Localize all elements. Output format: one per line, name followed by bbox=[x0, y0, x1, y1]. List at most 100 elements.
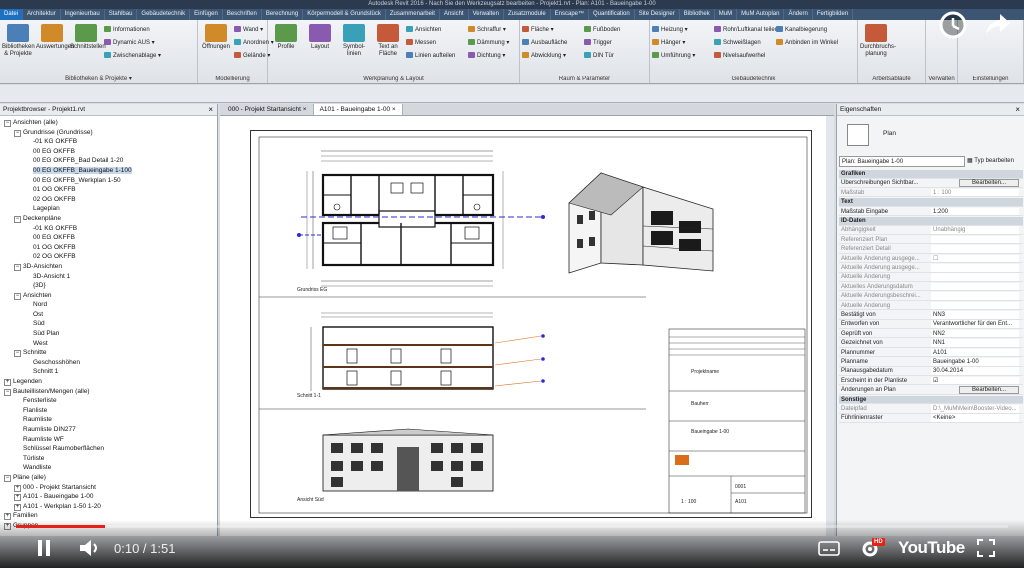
browser-tree-item[interactable]: 3D-Ansicht 1 bbox=[0, 272, 217, 282]
browser-tree-item[interactable]: Wandliste bbox=[0, 463, 217, 473]
ribbon-button[interactable]: Layout bbox=[304, 24, 336, 51]
drawing-area[interactable]: 000 - Projekt Startansicht × A101 - Baue… bbox=[220, 104, 834, 536]
browser-tree-item[interactable]: Türliste bbox=[0, 454, 217, 464]
ribbon-tab[interactable]: Architektur bbox=[23, 9, 61, 20]
ribbon-tab[interactable]: Ändern bbox=[784, 9, 813, 20]
browser-tree-item[interactable]: Raumliste DIN277 bbox=[0, 425, 217, 435]
browser-tree-item[interactable]: + Legenden bbox=[0, 377, 217, 387]
ribbon-small-button[interactable]: DIN Tür bbox=[584, 52, 614, 60]
property-value[interactable]: Verantwortlicher für den Ent... bbox=[931, 320, 1019, 329]
property-value[interactable] bbox=[931, 273, 1019, 282]
ribbon-small-button[interactable]: Dämmung ▾ bbox=[468, 39, 509, 47]
browser-tree-item[interactable]: − Schnitte bbox=[0, 348, 217, 358]
property-value[interactable] bbox=[931, 292, 1019, 300]
property-category[interactable]: Grafiken bbox=[839, 170, 1023, 179]
ribbon-tab[interactable]: Berechnung bbox=[262, 9, 304, 20]
property-value[interactable]: D:\_MuM\Mein\Booster-Video... bbox=[931, 405, 1019, 413]
browser-tree-item[interactable]: Raumliste bbox=[0, 415, 217, 425]
ribbon-small-button[interactable]: Zwischenablage ▾ bbox=[104, 52, 161, 60]
browser-tree-item[interactable]: − Bauteillisten/Mengen (alle) bbox=[0, 387, 217, 397]
property-value[interactable]: ☐ bbox=[931, 254, 1019, 263]
expand-toggle-icon[interactable]: − bbox=[14, 292, 21, 300]
browser-tree-item[interactable]: − Ansichten (alle) bbox=[0, 118, 217, 128]
property-row[interactable]: Aktuelle Änderung ausgege... ☐ bbox=[839, 254, 1023, 264]
tab-baueingabe[interactable]: A101 - Baueingabe 1-00 × bbox=[313, 104, 403, 115]
browser-tree-item[interactable]: Geschosshöhen bbox=[0, 358, 217, 368]
expand-toggle-icon[interactable]: + bbox=[4, 379, 11, 387]
ribbon-button[interactable]: Profile bbox=[270, 24, 302, 51]
ribbon-tab[interactable]: Körpermodell & Grundstück bbox=[303, 9, 386, 20]
property-value[interactable]: <Keine> bbox=[931, 414, 1019, 423]
browser-tree-item[interactable]: Süd Plan bbox=[0, 329, 217, 339]
browser-tree-item[interactable]: Raumliste WF bbox=[0, 435, 217, 445]
ribbon-tab[interactable]: Zusammenarbeit bbox=[386, 9, 440, 20]
browser-tree-item[interactable]: 01 OG OKFFB bbox=[0, 243, 217, 253]
ribbon-small-button[interactable]: Fußboden bbox=[584, 26, 620, 34]
ribbon-small-button[interactable]: Messen bbox=[406, 39, 436, 47]
expand-toggle-icon[interactable]: − bbox=[4, 388, 11, 396]
browser-tree-item[interactable]: 00 EG OKFFB_Werkplan 1-50 bbox=[0, 176, 217, 186]
tab-startansicht[interactable]: 000 - Projekt Startansicht × bbox=[222, 104, 314, 115]
browser-tree-item[interactable]: −3D-Ansichten bbox=[0, 262, 217, 272]
video-progress-bar[interactable] bbox=[16, 525, 1008, 528]
property-category[interactable]: Text bbox=[839, 198, 1023, 207]
ribbon-tab[interactable]: Site Designer bbox=[635, 9, 680, 20]
ribbon-button[interactable]: Bibliotheken & Projekte bbox=[2, 24, 35, 58]
ribbon-small-button[interactable]: Nivelsaufwerhel bbox=[714, 52, 765, 60]
youtube-logo[interactable]: YouTube bbox=[898, 538, 965, 558]
ribbon-tab[interactable]: Einfügen bbox=[190, 9, 223, 20]
browser-tree-item[interactable]: − Grundrisse (Grundrisse) bbox=[0, 128, 217, 138]
expand-toggle-icon[interactable]: − bbox=[14, 350, 21, 358]
property-row[interactable]: Referenziert Plan bbox=[839, 235, 1023, 245]
property-value[interactable] bbox=[931, 264, 1019, 272]
browser-tree-item[interactable]: 00 EG OKFFB bbox=[0, 233, 217, 243]
browser-tree-item[interactable]: − Deckenpläne bbox=[0, 214, 217, 224]
browser-tree-item[interactable]: Süd bbox=[0, 319, 217, 329]
browser-tree-item[interactable]: 00 EG OKFFB_Bad Detail 1-20 bbox=[0, 156, 217, 166]
fullscreen-button[interactable] bbox=[976, 538, 996, 558]
property-row[interactable]: Aktuelle Änderung bbox=[839, 273, 1023, 282]
ribbon-button[interactable]: Symbol-linien bbox=[338, 24, 370, 58]
browser-tree-item[interactable]: Fensterliste bbox=[0, 396, 217, 406]
property-value[interactable]: ☑ bbox=[931, 376, 1019, 385]
browser-tree-item[interactable]: 00 EG OKFFB_Baueingabe 1-100 bbox=[0, 166, 217, 176]
property-row[interactable]: Gezeichnet von NN1 bbox=[839, 339, 1023, 348]
property-row[interactable]: Bestätigt von NN3 bbox=[839, 311, 1023, 320]
ribbon-small-button[interactable]: Linien aufteilen bbox=[406, 52, 455, 60]
browser-tree-item[interactable]: − Ansichten bbox=[0, 291, 217, 301]
browser-tree-item[interactable]: Schnitt 1 bbox=[0, 367, 217, 377]
browser-tree-item[interactable]: Nord bbox=[0, 300, 217, 310]
property-value[interactable] bbox=[931, 245, 1019, 253]
ribbon-button[interactable]: Auswertungen bbox=[36, 24, 74, 51]
property-row[interactable]: Plannummer A101 bbox=[839, 348, 1023, 358]
ribbon-small-button[interactable]: Dichtung ▾ bbox=[468, 52, 505, 60]
property-category[interactable]: Sonstige bbox=[839, 395, 1023, 405]
property-category[interactable]: ID-Daten bbox=[839, 217, 1023, 226]
close-icon[interactable]: × bbox=[1015, 104, 1020, 116]
close-icon[interactable]: × bbox=[392, 106, 396, 113]
expand-toggle-icon[interactable]: − bbox=[4, 474, 11, 482]
expand-toggle-icon[interactable]: + bbox=[14, 484, 21, 492]
ribbon-small-button[interactable]: Abwicklung ▾ bbox=[522, 52, 566, 60]
ribbon-tab[interactable]: Verwalten bbox=[469, 9, 504, 20]
expand-toggle-icon[interactable]: + bbox=[14, 494, 21, 502]
instance-selector[interactable]: Plan: Baueingabe 1-00 bbox=[839, 156, 965, 167]
property-row[interactable]: Änderungen an Plan Bearbeiten... bbox=[839, 386, 1023, 395]
volume-button[interactable] bbox=[78, 538, 102, 558]
browser-tree-item[interactable]: 01 OG OKFFB bbox=[0, 185, 217, 195]
property-row[interactable]: Aktuelle Änderungsbeschrei... bbox=[839, 292, 1023, 301]
browser-tree-item[interactable]: -01 KG OKFFB bbox=[0, 224, 217, 234]
pause-button[interactable] bbox=[36, 538, 54, 558]
ribbon-small-button[interactable]: Ausbaufläche bbox=[522, 39, 567, 47]
ribbon-tab[interactable]: MuM Autoplan bbox=[737, 9, 785, 20]
ribbon-small-button[interactable]: Fläche ▾ bbox=[522, 26, 554, 34]
property-row[interactable]: Maßstab 1 : 100 bbox=[839, 188, 1023, 198]
ribbon-small-button[interactable]: Schweißlagen bbox=[714, 39, 761, 47]
ribbon-small-button[interactable]: Schraffur ▾ bbox=[468, 26, 506, 34]
property-row[interactable]: Aktuelle Änderung ausgege... bbox=[839, 264, 1023, 273]
close-icon[interactable]: × bbox=[303, 106, 307, 113]
edit-button[interactable]: Bearbeiten... bbox=[959, 179, 1019, 188]
ribbon-button[interactable]: Schnittstellen bbox=[70, 24, 106, 51]
ribbon-tab[interactable]: Gebäudetechnik bbox=[137, 9, 191, 20]
property-value[interactable]: NN2 bbox=[931, 329, 1019, 338]
